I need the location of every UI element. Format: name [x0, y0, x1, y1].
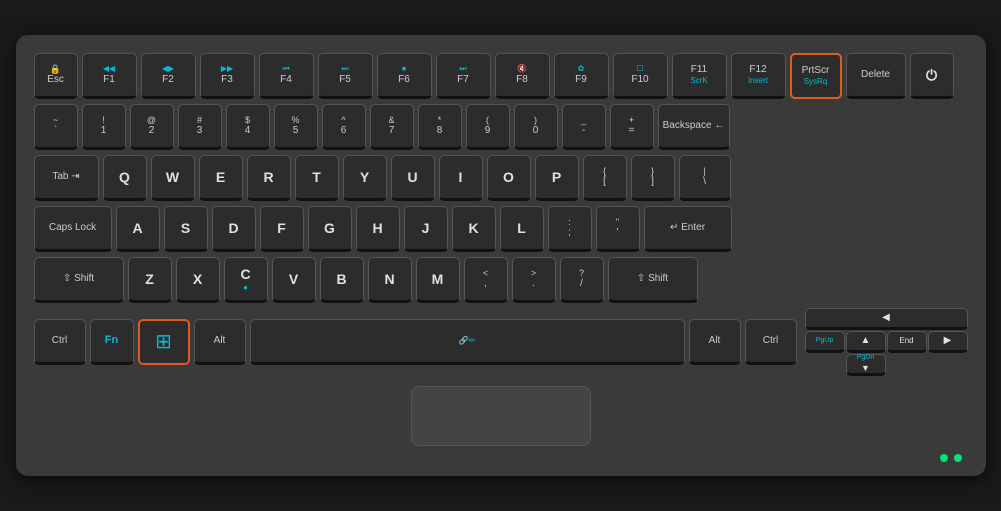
- key-h[interactable]: H: [356, 206, 400, 252]
- key-right[interactable]: ▶: [928, 331, 968, 353]
- key-prtscr[interactable]: PrtScr SysRq: [790, 53, 842, 99]
- key-space[interactable]: 🔗✏: [250, 319, 685, 365]
- key-f8[interactable]: 🔇 F8: [495, 53, 550, 99]
- key-backslash[interactable]: | \: [679, 155, 731, 201]
- key-semicolon[interactable]: : ;: [548, 206, 592, 252]
- key-f6[interactable]: ⏹ F6: [377, 53, 432, 99]
- key-z[interactable]: Z: [128, 257, 172, 303]
- key-r[interactable]: R: [247, 155, 291, 201]
- key-f5[interactable]: ⏭ F5: [318, 53, 373, 99]
- key-f9[interactable]: ✿ F9: [554, 53, 609, 99]
- key-period[interactable]: > .: [512, 257, 556, 303]
- key-esc[interactable]: 🔒 Esc: [34, 53, 78, 99]
- key-m[interactable]: M: [416, 257, 460, 303]
- key-f11[interactable]: F11 ScrK: [672, 53, 727, 99]
- key-quote[interactable]: " ': [596, 206, 640, 252]
- key-d[interactable]: D: [212, 206, 256, 252]
- key-t[interactable]: T: [295, 155, 339, 201]
- key-left[interactable]: ◀: [805, 308, 968, 330]
- key-tilde[interactable]: ~ `: [34, 104, 78, 150]
- up-down-group: ▲ PgDn ▼: [846, 331, 886, 376]
- key-f4[interactable]: ⏮ F4: [259, 53, 314, 99]
- zxcv-row: ⇧ Shift Z X C ● V B N M < , > . ? /: [34, 257, 968, 303]
- qwerty-row: Tab ⇥ Q W E R T Y U I O P { [ } ] | \: [34, 155, 968, 201]
- key-lbracket[interactable]: { [: [583, 155, 627, 201]
- key-0[interactable]: ) 0: [514, 104, 558, 150]
- touchpad[interactable]: [411, 386, 591, 446]
- key-i[interactable]: I: [439, 155, 483, 201]
- key-f1[interactable]: ◀◀ F1: [82, 53, 137, 99]
- key-x[interactable]: X: [176, 257, 220, 303]
- key-7[interactable]: & 7: [370, 104, 414, 150]
- key-c[interactable]: C ●: [224, 257, 268, 303]
- number-row: ~ ` ! 1 @ 2 # 3 $ 4 % 5: [34, 104, 968, 150]
- key-pgup-home[interactable]: PgUp: [805, 331, 845, 353]
- key-4[interactable]: $ 4: [226, 104, 270, 150]
- key-q[interactable]: Q: [103, 155, 147, 201]
- key-n[interactable]: N: [368, 257, 412, 303]
- asdf-row: Caps Lock A S D F G H J K L : ; " ' ↵ En…: [34, 206, 968, 252]
- key-g[interactable]: G: [308, 206, 352, 252]
- key-8[interactable]: * 8: [418, 104, 462, 150]
- key-pgdn[interactable]: PgDn ▼: [846, 354, 886, 376]
- key-shift-left[interactable]: ⇧ Shift: [34, 257, 124, 303]
- key-k[interactable]: K: [452, 206, 496, 252]
- led-dot-1: [940, 454, 948, 462]
- key-capslock[interactable]: Caps Lock: [34, 206, 112, 252]
- key-y[interactable]: Y: [343, 155, 387, 201]
- key-a[interactable]: A: [116, 206, 160, 252]
- key-1[interactable]: ! 1: [82, 104, 126, 150]
- key-l[interactable]: L: [500, 206, 544, 252]
- key-end[interactable]: End: [887, 331, 927, 353]
- key-tab[interactable]: Tab ⇥: [34, 155, 99, 201]
- key-delete[interactable]: Delete: [846, 53, 906, 99]
- arrow-cluster: ◀ PgUp ▲ PgDn ▼ End ▶: [805, 308, 968, 376]
- key-win[interactable]: ⊞: [138, 319, 190, 365]
- key-up[interactable]: ▲: [846, 331, 886, 353]
- key-enter[interactable]: ↵ Enter: [644, 206, 732, 252]
- key-u[interactable]: U: [391, 155, 435, 201]
- key-f12[interactable]: F12 Insert: [731, 53, 786, 99]
- key-slash[interactable]: ? /: [560, 257, 604, 303]
- key-v[interactable]: V: [272, 257, 316, 303]
- key-f2[interactable]: ◀▶ F2: [141, 53, 196, 99]
- key-j[interactable]: J: [404, 206, 448, 252]
- key-o[interactable]: O: [487, 155, 531, 201]
- key-alt-left[interactable]: Alt: [194, 319, 246, 365]
- key-9[interactable]: ( 9: [466, 104, 510, 150]
- key-3[interactable]: # 3: [178, 104, 222, 150]
- key-comma[interactable]: < ,: [464, 257, 508, 303]
- fn-row: 🔒 Esc ◀◀ F1 ◀▶ F2 ▶▶ F3 ⏮ F4 ⏭ F5: [34, 53, 968, 99]
- key-e[interactable]: E: [199, 155, 243, 201]
- led-dots: [940, 454, 962, 462]
- key-ctrl-right[interactable]: Ctrl: [745, 319, 797, 365]
- key-power[interactable]: ⏻: [910, 53, 954, 99]
- key-ctrl-left[interactable]: Ctrl: [34, 319, 86, 365]
- key-backspace[interactable]: Backspace ←: [658, 104, 730, 150]
- key-f10[interactable]: ☐ F10: [613, 53, 668, 99]
- bottom-row: Ctrl Fn ⊞ Alt 🔗✏ Alt Ctrl ◀: [34, 308, 968, 376]
- key-shift-right[interactable]: ⇧ Shift: [608, 257, 698, 303]
- key-b[interactable]: B: [320, 257, 364, 303]
- key-5[interactable]: % 5: [274, 104, 318, 150]
- key-s[interactable]: S: [164, 206, 208, 252]
- led-dot-2: [954, 454, 962, 462]
- key-equals[interactable]: + =: [610, 104, 654, 150]
- key-w[interactable]: W: [151, 155, 195, 201]
- key-p[interactable]: P: [535, 155, 579, 201]
- arrow-row: PgUp ▲ PgDn ▼ End ▶: [805, 331, 968, 376]
- key-f[interactable]: F: [260, 206, 304, 252]
- key-f7[interactable]: ⏭ F7: [436, 53, 491, 99]
- key-alt-right[interactable]: Alt: [689, 319, 741, 365]
- key-rbracket[interactable]: } ]: [631, 155, 675, 201]
- key-6[interactable]: ^ 6: [322, 104, 366, 150]
- key-minus[interactable]: _ -: [562, 104, 606, 150]
- keyboard-rows: 🔒 Esc ◀◀ F1 ◀▶ F2 ▶▶ F3 ⏮ F4 ⏭ F5: [34, 53, 968, 376]
- key-fn[interactable]: Fn: [90, 319, 134, 365]
- keyboard-container: 🔒 Esc ◀◀ F1 ◀▶ F2 ▶▶ F3 ⏮ F4 ⏭ F5: [16, 35, 986, 476]
- key-f3[interactable]: ▶▶ F3: [200, 53, 255, 99]
- key-2[interactable]: @ 2: [130, 104, 174, 150]
